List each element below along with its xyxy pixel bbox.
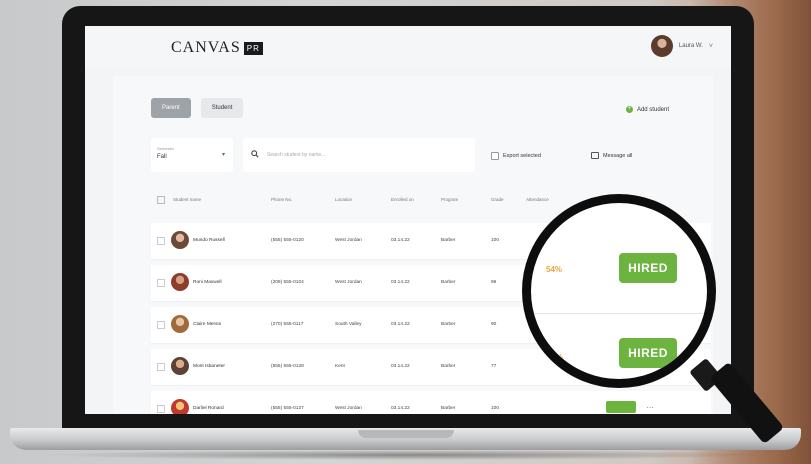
student-name[interactable]: Mont Isbaneter <box>193 364 225 369</box>
user-name: Laura W. <box>678 43 703 49</box>
row-checkbox[interactable] <box>157 279 165 287</box>
enrolled-cell: 03.14.22 <box>391 322 410 327</box>
row-checkbox[interactable] <box>157 405 165 413</box>
row-checkbox[interactable] <box>157 363 165 371</box>
attendance-percent: 54% <box>546 265 563 274</box>
magnifier-lens: 54% HIRED 51% HIRED <box>522 194 716 388</box>
student-name[interactable]: Darliel Ronard <box>193 406 224 411</box>
search-icon <box>251 150 259 158</box>
program-cell: Barber <box>441 238 456 243</box>
more-icon[interactable]: ⋯ <box>646 403 654 412</box>
location-cell: West Jordan <box>335 280 362 285</box>
avatar <box>171 231 189 249</box>
semester-select[interactable]: Semester Fall ▾ <box>151 138 233 172</box>
avatar <box>171 273 189 291</box>
enrolled-cell: 03.14.22 <box>391 406 410 411</box>
message-icon <box>591 152 599 159</box>
location-cell: West Jordan <box>335 238 362 243</box>
phone-cell: (270) 555-0117 <box>271 322 304 327</box>
semester-select-label: Semester <box>157 146 175 151</box>
message-all-button[interactable]: Message all <box>591 152 632 159</box>
program-cell: Barber <box>441 364 456 369</box>
col-program[interactable]: Program <box>441 197 458 202</box>
student-name[interactable]: Mundo Russell <box>193 238 225 243</box>
location-cell: West Jordan <box>335 406 362 411</box>
row-checkbox[interactable] <box>157 237 165 245</box>
program-cell: Barber <box>441 406 456 411</box>
chevron-down-icon: ˅ <box>708 42 713 50</box>
chevron-down-icon: ▾ <box>221 152 225 158</box>
row-divider <box>531 313 707 314</box>
export-selected-button[interactable]: Export selected <box>491 152 541 160</box>
tab-student[interactable]: Student <box>200 98 244 118</box>
user-menu[interactable]: Laura W. ˅ <box>650 35 713 57</box>
avatar <box>171 357 189 375</box>
enrolled-cell: 03.14.22 <box>391 238 410 243</box>
col-location[interactable]: Location <box>335 197 352 202</box>
logo-badge: PR <box>243 41 263 55</box>
location-cell: Kent <box>335 364 345 369</box>
message-all-label: Message all <box>603 152 633 159</box>
program-cell: Barber <box>441 280 456 285</box>
hired-badge: HIRED <box>619 253 677 283</box>
location-cell: South Valley <box>335 322 362 327</box>
logo-text: CANVAS <box>171 39 241 56</box>
student-name[interactable]: Claire Mersin <box>193 322 221 327</box>
col-student-name[interactable]: Student name <box>173 197 201 202</box>
row-checkbox[interactable] <box>157 321 165 329</box>
grade-cell: 100 <box>491 238 500 243</box>
top-bar: CANVAS PR Laura W. ˅ <box>85 26 731 68</box>
tab-parent[interactable]: Parent <box>151 98 191 118</box>
phone-cell: (555) 555-0120 <box>271 238 304 243</box>
laptop-shadow <box>40 450 771 460</box>
app-logo[interactable]: CANVAS PR <box>171 39 263 57</box>
tab-bar: Parent Student <box>151 98 244 118</box>
enrolled-cell: 03.14.22 <box>391 364 410 369</box>
col-grade[interactable]: Grade <box>491 197 504 202</box>
plus-icon: + <box>625 106 633 113</box>
search-input[interactable]: Search student by name... <box>243 138 475 172</box>
phone-cell: (209) 555-0104 <box>271 280 304 285</box>
table-row[interactable]: Darliel Ronard (555) 555-0127 West Jorda… <box>151 391 711 414</box>
avatar <box>171 315 189 333</box>
avatar <box>650 35 673 57</box>
col-enrolled[interactable]: Enrolled on <box>391 197 414 202</box>
add-student-label: Add student <box>636 106 669 113</box>
export-checkbox-icon <box>491 152 499 160</box>
enrolled-cell: 03.14.22 <box>391 280 410 285</box>
hired-badge <box>606 401 636 413</box>
select-all-checkbox[interactable] <box>157 196 165 204</box>
grade-cell: 90 <box>491 322 497 327</box>
laptop-notch <box>358 430 454 438</box>
grade-cell: 100 <box>491 406 500 411</box>
grade-cell: 77 <box>491 364 497 369</box>
col-attendance[interactable]: Attendance <box>526 197 549 202</box>
col-phone[interactable]: Phone No. <box>271 197 292 202</box>
program-cell: Barber <box>441 322 456 327</box>
semester-select-value: Fall <box>157 154 167 160</box>
student-name[interactable]: Roni Maxwell <box>193 280 222 285</box>
phone-cell: (555) 555-0127 <box>271 406 304 411</box>
filter-row: Semester Fall ▾ Search student by name..… <box>151 138 711 174</box>
export-selected-label: Export selected <box>503 153 541 159</box>
phone-cell: (555) 555-0128 <box>271 364 304 369</box>
grade-cell: 96 <box>491 280 497 285</box>
avatar <box>171 399 189 414</box>
add-student-button[interactable]: + Add student <box>625 106 669 113</box>
attendance-percent: 51% <box>547 353 564 362</box>
search-placeholder: Search student by name... <box>267 152 326 158</box>
hired-badge: HIRED <box>619 338 677 368</box>
